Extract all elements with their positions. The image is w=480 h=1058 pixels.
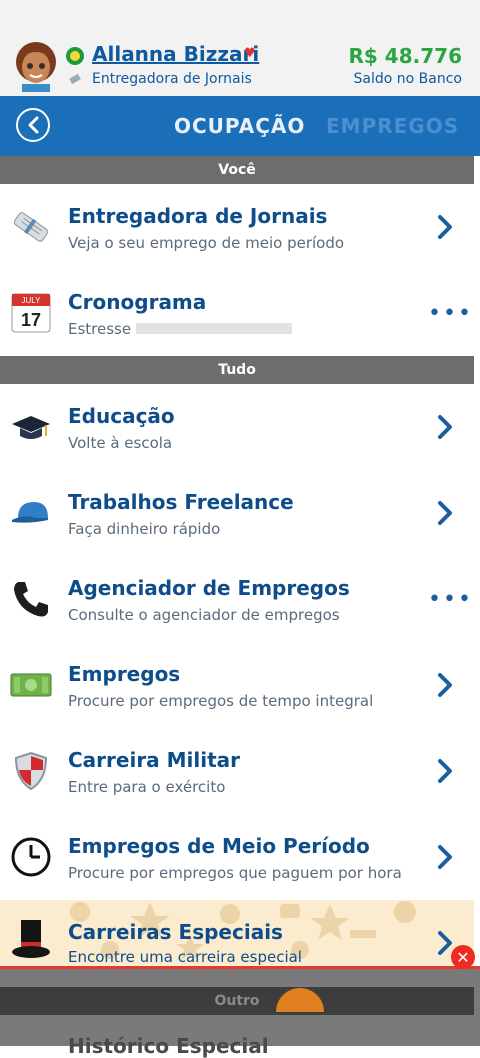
back-button[interactable]: [16, 108, 50, 142]
clock-icon: [10, 836, 52, 878]
more-icon[interactable]: •••: [428, 303, 473, 325]
list-item-freelance[interactable]: Trabalhos Freelance Faça dinheiro rápido: [0, 470, 474, 557]
list-item-subtitle: Consulte o agenciador de empregos: [68, 606, 340, 624]
section-header-tudo: Tudo: [0, 356, 474, 384]
list-item-title: Carreira Militar: [68, 748, 241, 772]
profile-header: Allanna Bizzari ♥ Entregadora de Jornais…: [0, 0, 480, 96]
cap-icon: [10, 492, 52, 534]
list-item-title: Educação: [68, 404, 175, 428]
list-item-title: Empregos: [68, 662, 181, 686]
chevron-right-icon: [438, 759, 452, 783]
list-item-subtitle: Encontre uma carreira especial: [68, 948, 302, 966]
list-item-subtitle: Entre para o exército: [68, 778, 226, 796]
list-item-subtitle: Procure por empregos de tempo integral: [68, 692, 374, 710]
list-item-title: Agenciador de Empregos: [68, 576, 350, 600]
list-item-empregos[interactable]: Empregos Procure por empregos de tempo i…: [0, 642, 474, 729]
newspaper-small-icon: [69, 73, 81, 85]
list-item-subtitle: Volte à escola: [68, 434, 173, 452]
list-item-meio-periodo[interactable]: Empregos de Meio Período Procure por emp…: [0, 814, 474, 901]
close-ad-button[interactable]: ✕: [451, 945, 475, 969]
list-item-agenciador[interactable]: Agenciador de Empregos Consulte o agenci…: [0, 556, 474, 643]
close-icon: ✕: [456, 947, 470, 967]
list-item-title: Cronograma: [68, 290, 207, 314]
navigation-bar: OCUPAÇÃO EMPREGOS: [0, 96, 480, 156]
shield-icon: [10, 750, 52, 792]
phone-icon: [10, 578, 52, 620]
brazil-flag-icon: [66, 47, 84, 65]
list-item-militar[interactable]: Carreira Militar Entre para o exército: [0, 728, 474, 815]
calendar-icon: JULY 17: [10, 292, 52, 334]
tab-empregos[interactable]: EMPREGOS: [326, 114, 459, 138]
heart-icon: ♥: [244, 46, 256, 61]
chevron-right-icon: [438, 215, 452, 239]
occupation-subtitle: Entregadora de Jornais: [92, 71, 252, 87]
list-item-title: Trabalhos Freelance: [68, 490, 294, 514]
chevron-right-icon: [438, 673, 452, 697]
list-item-title: Empregos de Meio Período: [68, 834, 370, 858]
graduation-cap-icon: [10, 406, 52, 448]
list-item-subtitle: Procure por empregos que paguem por hora: [68, 864, 402, 882]
list-item-subtitle: Faça dinheiro rápido: [68, 520, 221, 538]
list-item-subtitle: Estresse: [68, 320, 132, 338]
list-item-educacao[interactable]: Educação Volte à escola: [0, 384, 474, 471]
chevron-right-icon: [438, 415, 452, 439]
list-item-title: Carreiras Especiais: [68, 920, 283, 944]
money-icon: [10, 664, 52, 706]
top-hat-icon: [10, 918, 52, 960]
dimmed-list-item-title: Histórico Especial: [68, 1034, 269, 1058]
more-icon[interactable]: •••: [428, 589, 473, 611]
chevron-left-icon: [28, 116, 39, 134]
newspaper-icon: [10, 206, 52, 248]
section-header-voce: Você: [0, 156, 474, 184]
list-item-carreiras-especiais[interactable]: Carreiras Especiais Encontre uma carreir…: [0, 900, 474, 969]
section-header-outro: Outro: [0, 987, 474, 1015]
list-item-subtitle: Veja o seu emprego de meio período: [68, 234, 345, 252]
bank-balance-label: Saldo no Banco: [353, 71, 462, 87]
chevron-right-icon: [438, 501, 452, 525]
list-item-cronograma[interactable]: JULY 17 Cronograma Estresse •••: [0, 270, 474, 357]
avatar[interactable]: [12, 40, 60, 92]
stress-meter: [136, 323, 292, 334]
character-name[interactable]: Allanna Bizzari: [92, 42, 259, 66]
chevron-right-icon: [438, 845, 452, 869]
calendar-month: JULY: [22, 296, 42, 305]
calendar-day: 17: [21, 310, 41, 330]
bank-balance: R$ 48.776: [348, 44, 462, 68]
tab-ocupacao[interactable]: OCUPAÇÃO: [174, 114, 305, 138]
list-item-title: Entregadora de Jornais: [68, 204, 328, 228]
list-item-entregadora[interactable]: Entregadora de Jornais Veja o seu empreg…: [0, 184, 474, 271]
